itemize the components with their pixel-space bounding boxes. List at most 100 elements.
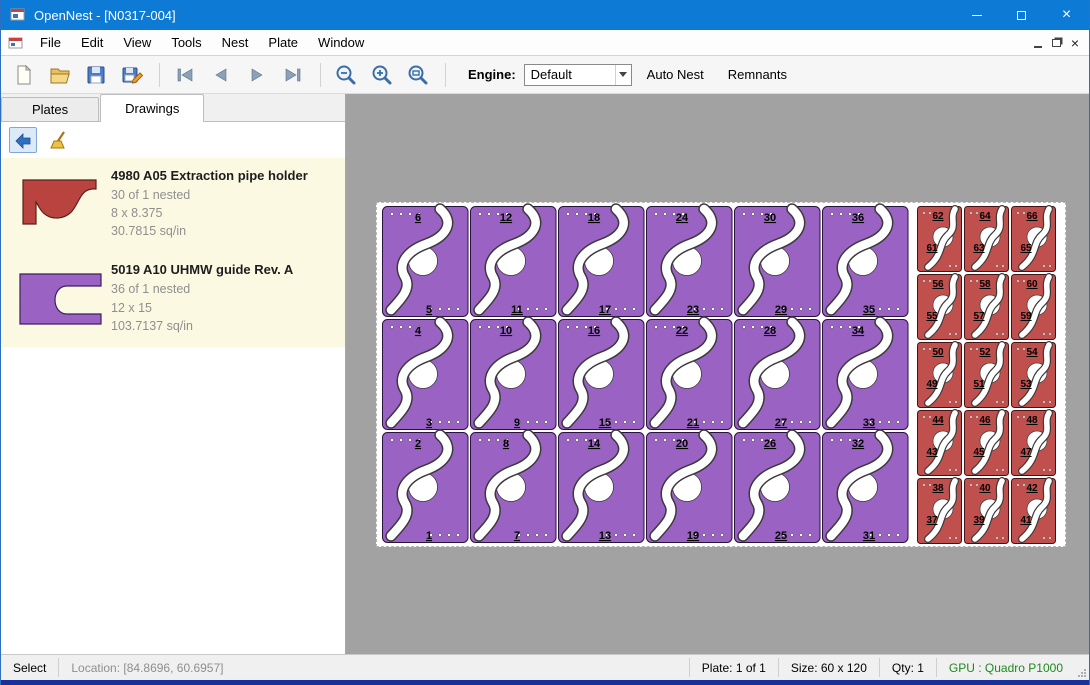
part-number[interactable]: 29 — [775, 304, 787, 316]
combo-dropdown-arrow[interactable] — [615, 65, 631, 85]
nested-pair-red[interactable]: 50 49 — [918, 343, 962, 408]
nested-pair-red[interactable]: 56 55 — [918, 275, 962, 340]
part-number[interactable]: 20 — [676, 438, 688, 450]
menu-nest[interactable]: Nest — [212, 30, 259, 56]
part-number[interactable]: 27 — [775, 417, 787, 429]
nested-pair-red[interactable]: 6463 — [965, 207, 1009, 272]
part-number[interactable]: 35 — [863, 304, 875, 316]
nested-pair-purple[interactable]: 43 — [383, 320, 469, 430]
auto-nest-button[interactable]: Auto Nest — [638, 61, 713, 89]
nested-pair-red[interactable]: 4645 — [965, 411, 1009, 476]
last-plate-button[interactable] — [278, 60, 308, 90]
mdi-minimize-icon[interactable] — [1034, 46, 1042, 48]
part-number[interactable]: 48 — [1026, 415, 1038, 426]
part-number[interactable]: 59 — [1020, 311, 1032, 322]
tab-drawings[interactable]: Drawings — [100, 94, 204, 122]
nested-pair-purple[interactable]: 3231 — [823, 433, 909, 543]
remnants-button[interactable]: Remnants — [719, 61, 796, 89]
part-number[interactable]: 5 — [426, 304, 432, 316]
nested-pair-purple[interactable]: 3029 — [735, 207, 821, 317]
part-number[interactable]: 41 — [1020, 515, 1032, 526]
part-number[interactable]: 16 — [588, 325, 600, 337]
part-number[interactable]: 7 — [514, 530, 520, 542]
part-number[interactable]: 51 — [973, 379, 985, 390]
part-number[interactable]: 60 — [1026, 279, 1038, 290]
part-number[interactable]: 40 — [979, 483, 991, 494]
nested-pair-purple[interactable]: 2625 — [735, 433, 821, 543]
part-number[interactable]: 3 — [426, 417, 432, 429]
part-number[interactable]: 26 — [764, 438, 776, 450]
part-number[interactable]: 33 — [863, 417, 875, 429]
part-number[interactable]: 49 — [926, 379, 938, 390]
menu-window[interactable]: Window — [308, 30, 374, 56]
part-number[interactable]: 21 — [687, 417, 699, 429]
nested-pair-red[interactable]: 5453 — [1012, 343, 1056, 408]
close-button[interactable]: × — [1044, 0, 1089, 30]
resize-grip[interactable] — [1075, 655, 1089, 680]
part-number[interactable]: 57 — [973, 311, 985, 322]
nested-pair-purple[interactable]: 28 27 — [735, 320, 821, 430]
part-number[interactable]: 37 — [926, 515, 938, 526]
part-number[interactable]: 2 — [415, 438, 421, 450]
part-number[interactable]: 55 — [926, 311, 938, 322]
part-number[interactable]: 61 — [926, 243, 938, 254]
part-number[interactable]: 38 — [932, 483, 944, 494]
part-number[interactable]: 45 — [973, 447, 985, 458]
part-number[interactable]: 56 — [932, 279, 944, 290]
nested-pair-purple[interactable]: 87 — [471, 433, 557, 543]
swap-drawing-button[interactable] — [9, 127, 37, 153]
part-number[interactable]: 6 — [415, 212, 421, 224]
part-number[interactable]: 65 — [1020, 243, 1032, 254]
nested-pair-purple[interactable]: 1817 — [559, 207, 645, 317]
tab-plates[interactable]: Plates — [1, 97, 99, 121]
part-number[interactable]: 8 — [503, 438, 509, 450]
drawing-item-4980[interactable]: 4980 A05 Extraction pipe holder 30 of 1 … — [1, 158, 345, 252]
part-number[interactable]: 9 — [514, 417, 520, 429]
nested-pair-red[interactable]: 52 51 — [965, 343, 1009, 408]
nested-pair-purple[interactable]: 2221 — [647, 320, 733, 430]
nested-pair-red[interactable]: 4443 — [918, 411, 962, 476]
part-number[interactable]: 39 — [973, 515, 985, 526]
part-number[interactable]: 50 — [932, 347, 944, 358]
part-number[interactable]: 1 — [426, 530, 432, 542]
part-number[interactable]: 31 — [863, 530, 875, 542]
save-as-button[interactable] — [117, 60, 147, 90]
nested-pair-purple[interactable]: 1211 — [471, 207, 557, 317]
nested-pair-red[interactable]: 60 59 — [1012, 275, 1056, 340]
part-number[interactable]: 44 — [932, 415, 944, 426]
minimize-button[interactable] — [954, 0, 999, 30]
nested-pair-red[interactable]: 38 37 — [918, 479, 962, 544]
nested-pair-purple[interactable]: 1413 — [559, 433, 645, 543]
engine-select[interactable]: Default — [524, 64, 632, 86]
nested-pair-purple[interactable]: 3433 — [823, 320, 909, 430]
new-button[interactable] — [9, 60, 39, 90]
part-number[interactable]: 15 — [599, 417, 611, 429]
nested-pair-purple[interactable]: 2423 — [647, 207, 733, 317]
part-number[interactable]: 58 — [979, 279, 991, 290]
menu-file[interactable]: File — [30, 30, 71, 56]
zoom-out-button[interactable] — [331, 60, 361, 90]
part-number[interactable]: 4 — [415, 325, 422, 337]
part-number[interactable]: 28 — [764, 325, 776, 337]
part-number[interactable]: 63 — [973, 243, 985, 254]
nested-pair-red[interactable]: 4847 — [1012, 411, 1056, 476]
part-number[interactable]: 24 — [676, 212, 689, 224]
nested-pair-red[interactable]: 6665 — [1012, 207, 1056, 272]
menu-plate[interactable]: Plate — [258, 30, 308, 56]
part-number[interactable]: 62 — [932, 211, 944, 222]
part-number[interactable]: 19 — [687, 530, 699, 542]
open-button[interactable] — [45, 60, 75, 90]
mdi-close-icon[interactable]: × — [1071, 36, 1079, 50]
menu-view[interactable]: View — [113, 30, 161, 56]
menu-tools[interactable]: Tools — [161, 30, 211, 56]
nested-pair-purple[interactable]: 1615 — [559, 320, 645, 430]
part-number[interactable]: 42 — [1026, 483, 1038, 494]
part-number[interactable]: 52 — [979, 347, 991, 358]
part-number[interactable]: 17 — [599, 304, 611, 316]
nested-pair-red[interactable]: 40 39 — [965, 479, 1009, 544]
part-number[interactable]: 18 — [588, 212, 600, 224]
next-plate-button[interactable] — [242, 60, 272, 90]
part-number[interactable]: 53 — [1020, 379, 1032, 390]
plate[interactable]: 6512111817242330293635431091615222128273… — [376, 202, 1066, 547]
save-button[interactable] — [81, 60, 111, 90]
